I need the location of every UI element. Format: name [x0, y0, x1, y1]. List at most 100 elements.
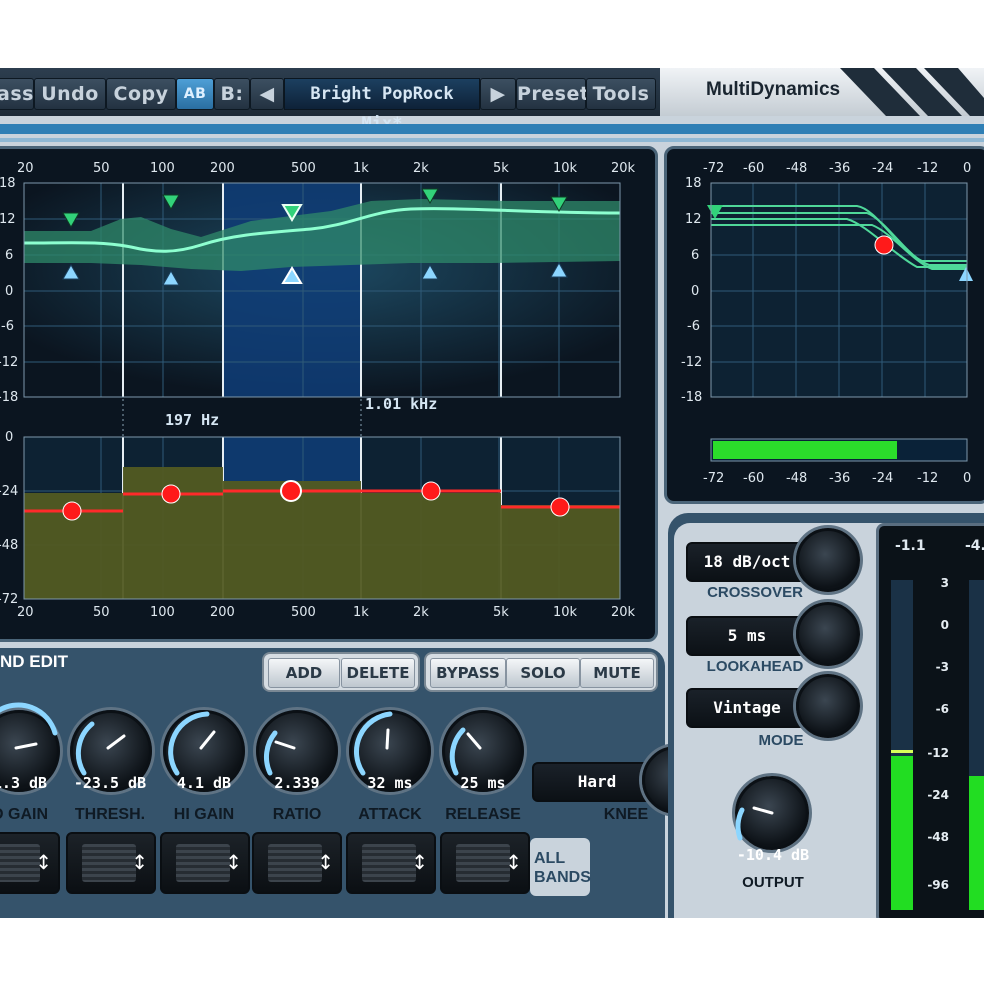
transfer-y-tick: 6: [691, 248, 700, 263]
freq-tick: 500: [291, 161, 316, 176]
freq-tick: 20k: [611, 161, 636, 176]
add-band-button[interactable]: ADD: [268, 658, 340, 688]
lookahead-display[interactable]: 5 ms: [686, 616, 808, 656]
next-preset-button[interactable]: ▶: [480, 78, 516, 110]
release-all-bands-fader[interactable]: ↕: [440, 832, 530, 894]
freq-tick-bottom: 200: [210, 605, 235, 620]
transfer-y-tick: 12: [685, 212, 702, 227]
up-down-arrow-icon: ↕: [225, 850, 242, 874]
threshold-tick: -24: [0, 484, 19, 499]
preset-name-display[interactable]: Bright PopRock Mix*: [284, 78, 480, 134]
copy-button[interactable]: Copy: [106, 78, 176, 110]
ratio-value: 2.339: [274, 774, 320, 792]
transfer-x-tick: -24: [872, 161, 894, 176]
band3-threshold-node: [280, 480, 302, 502]
transfer-graph-panel[interactable]: -72 -60 -48 -36 -24 -12 0 18 12 6 0 -6 -…: [664, 146, 984, 504]
preset-menu-button[interactable]: Preset: [516, 78, 589, 110]
transfer-x-tick-bottom: -60: [743, 471, 765, 486]
transfer-y-tick: 18: [685, 176, 702, 191]
ratio-all-bands-fader[interactable]: ↕: [252, 832, 342, 894]
meter-scale-tick: 0: [940, 618, 949, 632]
bypass-button[interactable]: ass: [0, 78, 34, 110]
meter-scale-tick: -48: [927, 830, 949, 844]
crossover-display[interactable]: 18 dB/oct: [686, 542, 808, 582]
left-peak-readout[interactable]: -1.1: [895, 538, 926, 554]
lookahead-knob[interactable]: [796, 602, 860, 666]
b-slot-button[interactable]: B:: [214, 78, 250, 110]
gain-tick: 6: [5, 248, 14, 263]
transfer-x-tick-bottom: -36: [829, 471, 851, 486]
release-label: RELEASE: [445, 806, 521, 823]
left-triangle-icon: ◀: [259, 83, 275, 105]
transfer-y-tick: -6: [687, 319, 700, 334]
transfer-threshold-node[interactable]: [874, 235, 894, 255]
hi-gain-value: 4.1 dB: [176, 774, 232, 792]
freq-tick: 20: [17, 161, 34, 176]
meter-scale-tick: -6: [935, 702, 949, 716]
band-edit-title: ND EDIT: [0, 652, 68, 671]
undo-button[interactable]: Undo: [34, 78, 106, 110]
freq-tick-bottom: 1k: [353, 605, 369, 620]
mode-display[interactable]: Vintage: [686, 688, 808, 728]
freq-tick-bottom: 5k: [493, 605, 509, 620]
freq-tick: 1k: [353, 161, 369, 176]
band-graph-panel[interactable]: 20 50 100 200 500 1k 2k 5k 10k 20k 18 12…: [0, 146, 658, 642]
threshold-tick: -72: [0, 592, 19, 607]
output-value: -10.4 dB: [736, 846, 810, 864]
delete-band-button[interactable]: DELETE: [341, 658, 415, 688]
hi-gain-label: HI GAIN: [173, 806, 235, 823]
threshold-value: -23.5 dB: [73, 774, 147, 792]
mode-knob[interactable]: [796, 674, 860, 738]
crossover-label: CROSSOVER: [707, 584, 803, 601]
plugin-window: ass Undo Copy AB B: ◀ Bright PopRock Mix…: [0, 68, 984, 918]
product-title: MultiDynamics: [706, 79, 841, 100]
band-crossover-freq-low: 197 Hz: [165, 411, 220, 429]
solo-band-button[interactable]: SOLO: [506, 658, 580, 688]
mute-band-button[interactable]: MUTE: [580, 658, 654, 688]
band-add-delete-group: ADD DELETE: [262, 652, 420, 692]
prev-preset-button[interactable]: ◀: [250, 78, 284, 110]
band2-threshold-node: [161, 484, 181, 504]
mode-label: MODE: [758, 732, 804, 749]
left-output-meter-fill: [891, 756, 913, 910]
transfer-x-tick: -48: [786, 161, 808, 176]
bypass-band-button[interactable]: BYPASS: [430, 658, 506, 688]
freq-tick-bottom: 10k: [553, 605, 578, 620]
attack-all-bands-fader[interactable]: ↕: [346, 832, 436, 894]
knee-label: KNEE: [603, 806, 649, 823]
output-meter-panel: -1.1 -4. 3 0 -3 -6 -12 -24 -48 -96: [876, 523, 984, 918]
ab-toggle-button[interactable]: AB: [176, 78, 214, 110]
band1-threshold-node: [62, 501, 82, 521]
up-down-arrow-icon: ↕: [131, 850, 148, 874]
gain-tick: 12: [0, 212, 16, 227]
freq-tick: 100: [150, 161, 175, 176]
ratio-label: RATIO: [272, 806, 322, 823]
toolbar: ass Undo Copy AB B: ◀ Bright PopRock Mix…: [0, 68, 984, 134]
threshold-all-bands-fader[interactable]: ↕: [66, 832, 156, 894]
transfer-x-tick-bottom: 0: [963, 471, 972, 486]
hi-gain-all-bands-fader[interactable]: ↕: [160, 832, 250, 894]
transfer-y-tick: 0: [691, 284, 700, 299]
output-knob[interactable]: [735, 776, 809, 850]
crossover-knob[interactable]: [796, 528, 860, 592]
meter-scale-tick: -3: [935, 660, 949, 674]
right-peak-readout[interactable]: -4.: [965, 538, 984, 554]
freq-tick: 50: [93, 161, 110, 176]
lo-gain-all-bands-fader[interactable]: ↕: [0, 832, 60, 894]
tools-menu-button[interactable]: Tools: [586, 78, 656, 110]
freq-tick-bottom: 100: [150, 605, 175, 620]
left-peak-hold: [891, 750, 913, 753]
output-label: OUTPUT: [742, 874, 804, 891]
gain-tick: 18: [0, 176, 16, 191]
transfer-x-tick-bottom: -48: [786, 471, 808, 486]
transfer-y-tick: -12: [681, 355, 703, 370]
transfer-y-tick: -18: [681, 390, 703, 405]
transfer-x-tick: -60: [743, 161, 765, 176]
accent-stripe: [0, 124, 984, 134]
meter-scale-tick: -12: [927, 746, 949, 760]
input-level-meter-fill: [713, 441, 897, 459]
freq-tick: 200: [210, 161, 235, 176]
freq-tick-bottom: 500: [291, 605, 316, 620]
band5-threshold-node: [550, 497, 570, 517]
attack-value: 32 ms: [367, 774, 413, 792]
